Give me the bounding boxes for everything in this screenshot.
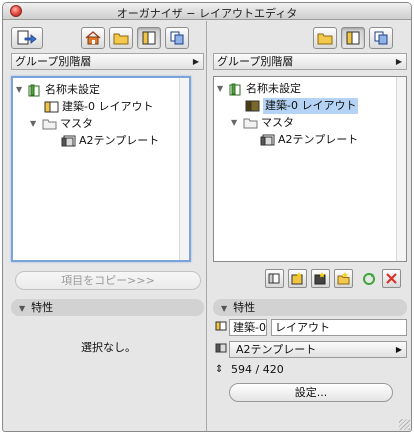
right-pane: グループ別階層 ▶ ▼ 名称未設定 建築-0 レイアウト ▼ マスタ A2テンプ…: [207, 21, 411, 431]
tree-row[interactable]: ▼ 名称未設定: [217, 81, 301, 97]
publisher-sets-button[interactable]: [165, 27, 189, 49]
folder-icon: [317, 33, 333, 45]
right-group-selector-label: グループ別階層: [217, 55, 294, 68]
layout-id-field[interactable]: 建築-0: [229, 319, 267, 336]
organizer-window: オーガナイザ − レイアウトエディタ グループ別階層 ▶ ▼ 名称未設定 建築-…: [2, 2, 412, 432]
refresh-icon: [362, 272, 375, 285]
new-master-button[interactable]: [288, 269, 307, 288]
copy-sheets-icon: [170, 31, 184, 45]
right-layout-book-button[interactable]: [341, 27, 365, 49]
layout-sheet-icon: [346, 31, 360, 45]
collapse-triangle-icon[interactable]: ▼: [221, 304, 227, 313]
layout-book-icon: [229, 83, 243, 96]
layout-book-icon: [28, 84, 42, 97]
settings-button[interactable]: 設定...: [229, 383, 393, 402]
view-sets-button[interactable]: [109, 27, 133, 49]
master-layout-icon: [215, 343, 227, 356]
left-tree-scrollbar[interactable]: [179, 78, 189, 260]
tree-row-selected[interactable]: 建築-0 レイアウト: [245, 98, 359, 114]
left-group-selector-label: グループ別階層: [15, 55, 92, 68]
master-layout-icon: [61, 135, 76, 147]
right-tree[interactable]: ▼ 名称未設定 建築-0 レイアウト ▼ マスタ A2テンプレート: [213, 76, 407, 262]
new-layout-icon: [268, 273, 280, 284]
layout-sheet-icon: [142, 31, 156, 45]
chevron-right-icon: ▶: [192, 57, 199, 66]
left-properties-header[interactable]: ▼ 特性: [11, 299, 204, 316]
master-layout-select-value: A2テンプレート: [236, 343, 317, 356]
tree-row[interactable]: ▼ マスタ: [30, 116, 93, 132]
tree-item-label: 建築-0 レイアウト: [62, 100, 154, 113]
tree-row[interactable]: A2テンプレート: [260, 132, 358, 148]
left-group-selector[interactable]: グループ別階層 ▶: [11, 53, 204, 70]
master-layout-icon: [260, 134, 275, 146]
tree-row[interactable]: ▼ 名称未設定: [16, 82, 100, 98]
chevron-right-icon: ▶: [395, 57, 402, 66]
layout-icon: [245, 100, 260, 112]
copy-sheets-icon: [374, 31, 388, 45]
layout-name-field[interactable]: レイアウト: [271, 319, 407, 336]
tree-row[interactable]: ▼ マスタ: [231, 115, 294, 131]
folder-icon: [42, 118, 57, 130]
expand-triangle-icon[interactable]: ▼: [231, 115, 241, 131]
right-view-sets-button[interactable]: [313, 27, 337, 49]
tree-item-label: 名称未設定: [246, 82, 301, 95]
collapse-triangle-icon[interactable]: ▼: [19, 304, 25, 313]
house-icon: [85, 31, 101, 45]
left-tree[interactable]: ▼ 名称未設定 建築-0 レイアウト ▼ マスタ A2テンプレート: [11, 76, 191, 262]
title-bar: オーガナイザ − レイアウトエディタ: [3, 3, 411, 20]
new-layout-button[interactable]: [265, 269, 284, 288]
folder-icon: [113, 33, 129, 45]
left-pane: グループ別階層 ▶ ▼ 名称未設定 建築-0 レイアウト ▼ マスタ A2テンプ…: [3, 21, 206, 431]
tree-item-label: A2テンプレート: [79, 134, 160, 147]
size-icon: ⇕: [215, 364, 224, 375]
master-layout-select[interactable]: A2テンプレート ▶: [229, 341, 407, 358]
delete-button[interactable]: [382, 269, 401, 288]
view-map-button[interactable]: [81, 27, 105, 49]
layout-size-value: 594 / 420: [231, 363, 284, 376]
tree-row[interactable]: A2テンプレート: [61, 133, 159, 149]
new-subset-icon: [314, 272, 326, 285]
new-folder-button[interactable]: [334, 269, 353, 288]
window-title: オーガナイザ − レイアウトエディタ: [116, 7, 298, 20]
refresh-button[interactable]: [359, 269, 378, 288]
layout-icon: [44, 101, 59, 113]
right-publisher-sets-button[interactable]: [369, 27, 393, 49]
left-properties-title: 特性: [31, 301, 54, 314]
right-properties-header[interactable]: ▼ 特性: [213, 299, 407, 316]
no-selection-text: 選択なし。: [81, 341, 136, 354]
new-folder-icon: [337, 272, 350, 285]
tree-item-label: マスタ: [60, 117, 93, 130]
tree-item-label: 建築-0 レイアウト: [263, 98, 359, 114]
expand-triangle-icon[interactable]: ▼: [217, 81, 227, 97]
new-master-icon: [291, 272, 303, 285]
layout-book-button[interactable]: [137, 27, 161, 49]
right-properties-title: 特性: [233, 301, 256, 314]
right-group-selector[interactable]: グループ別階層 ▶: [213, 53, 407, 70]
export-arrow-icon: [17, 30, 37, 45]
delete-icon: [386, 273, 397, 284]
expand-triangle-icon[interactable]: ▼: [16, 82, 26, 98]
chevron-right-icon: ▶: [395, 345, 402, 354]
copy-items-button[interactable]: 項目をコピー>>>: [15, 271, 201, 290]
tree-item-label: 名称未設定: [45, 83, 100, 96]
export-button[interactable]: [11, 27, 43, 49]
right-tree-scrollbar[interactable]: [396, 77, 406, 261]
layout-id-icon: [215, 321, 227, 334]
new-subset-button[interactable]: [311, 269, 330, 288]
tree-item-label: A2テンプレート: [278, 133, 359, 146]
folder-icon: [243, 117, 258, 129]
tree-row[interactable]: 建築-0 レイアウト: [44, 99, 153, 115]
resize-grip[interactable]: [399, 419, 410, 430]
expand-triangle-icon[interactable]: ▼: [30, 116, 40, 132]
tree-item-label: マスタ: [261, 116, 294, 129]
